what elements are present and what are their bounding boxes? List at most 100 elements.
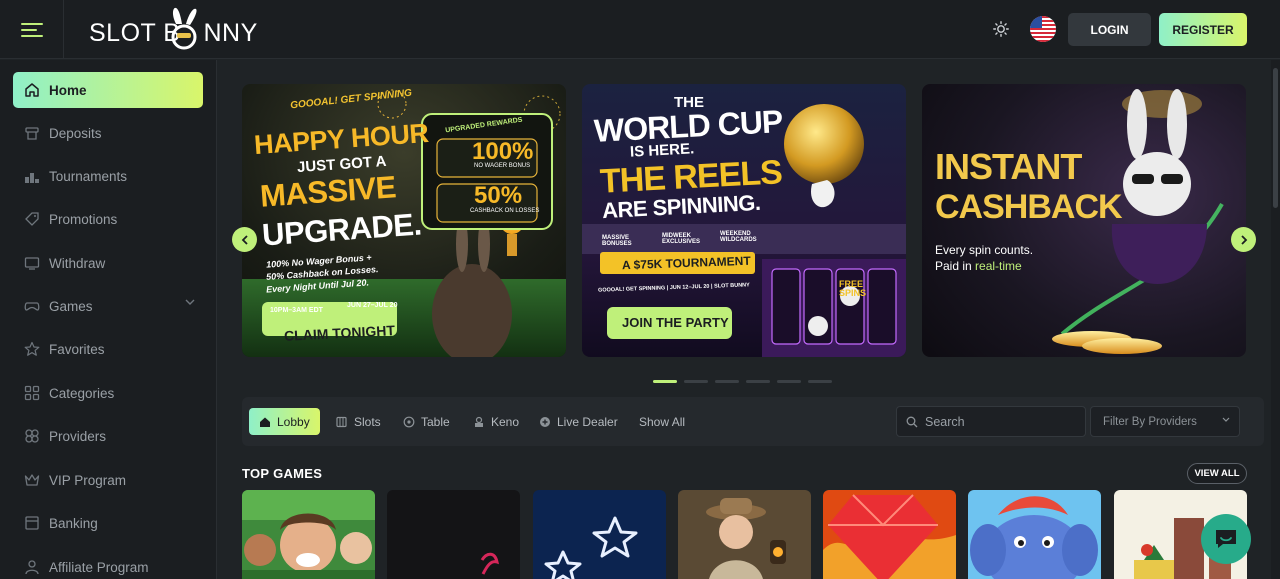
tab-keno[interactable]: Keno	[463, 408, 529, 435]
game-thumbnail-stars	[533, 490, 666, 579]
tab-slots[interactable]: Slots	[326, 408, 391, 435]
chat-bubble-icon	[1216, 530, 1236, 548]
gamepad-icon	[23, 297, 41, 315]
tab-label: Show All	[639, 414, 686, 429]
chevron-left-icon	[241, 234, 248, 245]
game-tile[interactable]	[823, 490, 956, 579]
sidebar-item-games[interactable]: Games	[13, 288, 203, 324]
sidebar-item-label: Banking	[49, 515, 98, 531]
tab-table[interactable]: Table	[393, 408, 460, 435]
game-tile[interactable]	[387, 490, 520, 579]
top-header: SLOT B NNY LOGIN REGISTER	[0, 0, 1280, 59]
register-button[interactable]: REGISTER	[1159, 13, 1247, 46]
bank-icon	[23, 514, 41, 532]
sun-icon	[993, 21, 1009, 37]
game-thumbnail-ruby	[823, 490, 956, 579]
sidebar-item-home[interactable]: Home	[13, 72, 203, 108]
sidebar-item-label: Deposits	[49, 125, 102, 141]
sidebar-item-categories[interactable]: Categories	[13, 375, 203, 411]
sidebar-item-label: Games	[49, 298, 93, 314]
chevron-right-icon	[1240, 234, 1247, 245]
us-flag-icon	[1030, 16, 1056, 42]
game-thumbnail-dark	[387, 490, 520, 579]
provider-filter-label: Filter By Providers	[1103, 415, 1197, 428]
tab-lobby[interactable]: Lobby	[249, 408, 320, 435]
star-icon	[23, 340, 41, 358]
game-thumbnail-elephant	[968, 490, 1101, 579]
sidebar-item-label: VIP Program	[49, 472, 127, 488]
crown-icon	[23, 471, 41, 489]
sidebar-item-label: Tournaments	[49, 168, 128, 184]
chat-launcher-button[interactable]	[1201, 514, 1251, 564]
tab-show-all[interactable]: Show All	[629, 408, 695, 435]
carousel-dot[interactable]	[777, 380, 801, 383]
deposit-icon	[23, 124, 41, 142]
section-title-top-games: TOP GAMES	[242, 466, 323, 481]
login-button[interactable]: LOGIN	[1068, 13, 1151, 46]
carousel-dot[interactable]	[746, 380, 770, 383]
chevron-down-icon	[185, 299, 195, 305]
sidebar-item-tournaments[interactable]: Tournaments	[13, 158, 203, 194]
tab-label: Table	[421, 414, 450, 429]
sidebar-item-label: Categories	[49, 385, 115, 401]
bunny-logo-icon	[171, 7, 197, 50]
sidebar-item-label: Favorites	[49, 341, 105, 357]
sidebar-item-label: Promotions	[49, 211, 118, 227]
carousel-prev-button[interactable]	[232, 227, 257, 252]
sidebar-item-label: Home	[49, 82, 87, 98]
live-dealer-icon	[539, 416, 551, 428]
carousel-indicators	[653, 380, 832, 383]
promo-banner-world-cup[interactable]	[582, 84, 906, 357]
view-all-button[interactable]: VIEW ALL	[1187, 463, 1247, 484]
keno-icon	[473, 416, 485, 428]
search-input[interactable]	[925, 414, 1075, 429]
carousel-dot[interactable]	[653, 380, 677, 383]
world-cup-banner-art	[582, 84, 906, 357]
game-filter-bar: Lobby Slots Table Keno Live Dealer Show …	[242, 397, 1264, 446]
carousel-dot[interactable]	[684, 380, 708, 383]
promo-banner-instant-cashback[interactable]	[922, 84, 1246, 357]
carousel-dot[interactable]	[808, 380, 832, 383]
carousel-next-button[interactable]	[1231, 227, 1256, 252]
sidebar-item-providers[interactable]: Providers	[13, 418, 203, 454]
tournament-icon	[23, 167, 41, 185]
tab-live-dealer[interactable]: Live Dealer	[529, 408, 628, 435]
scrollbar-thumb[interactable]	[1273, 68, 1278, 208]
game-thumbnail-football-fans	[242, 490, 375, 579]
main-content: GOOOAL! GET SPINNING HAPPY HOUR JUST GOT…	[218, 60, 1280, 579]
menu-toggle-button[interactable]	[0, 0, 64, 59]
sidebar-item-banking[interactable]: Banking	[13, 505, 203, 541]
sidebar-item-vip-program[interactable]: VIP Program	[13, 462, 203, 498]
sidebar-item-withdraw[interactable]: Withdraw	[13, 245, 203, 281]
game-tile[interactable]	[242, 490, 375, 579]
carousel-dot[interactable]	[715, 380, 739, 383]
game-tile[interactable]	[678, 490, 811, 579]
sidebar: Home Deposits Tournaments Promotions Wit…	[0, 60, 217, 579]
sidebar-item-deposits[interactable]: Deposits	[13, 115, 203, 151]
tag-icon	[23, 210, 41, 228]
language-flag-us[interactable]	[1030, 16, 1056, 42]
sidebar-item-affiliate-program[interactable]: Affiliate Program	[13, 549, 203, 579]
theme-toggle-button[interactable]	[989, 17, 1013, 41]
grid-icon	[23, 384, 41, 402]
game-tile[interactable]	[968, 490, 1101, 579]
lobby-icon	[259, 416, 271, 428]
game-tile[interactable]	[533, 490, 666, 579]
home-icon	[23, 81, 41, 99]
providers-icon	[23, 427, 41, 445]
search-box	[896, 406, 1086, 437]
hamburger-icon	[20, 22, 43, 37]
promo-banner-happy-hour[interactable]	[242, 84, 566, 357]
sidebar-item-label: Providers	[49, 428, 107, 444]
sidebar-item-favorites[interactable]: Favorites	[13, 331, 203, 367]
game-thumbnail-explorer	[678, 490, 811, 579]
wallet-icon	[23, 254, 41, 272]
tab-label: Live Dealer	[557, 414, 618, 429]
slots-icon	[336, 416, 348, 428]
sidebar-item-label: Withdraw	[49, 255, 106, 271]
sidebar-item-promotions[interactable]: Promotions	[13, 201, 203, 237]
provider-filter-select[interactable]: Filter By Providers	[1090, 406, 1240, 437]
page-scrollbar[interactable]	[1271, 60, 1280, 579]
sidebar-item-label: Affiliate Program	[49, 559, 149, 575]
site-logo[interactable]: SLOT B NNY	[89, 7, 258, 52]
